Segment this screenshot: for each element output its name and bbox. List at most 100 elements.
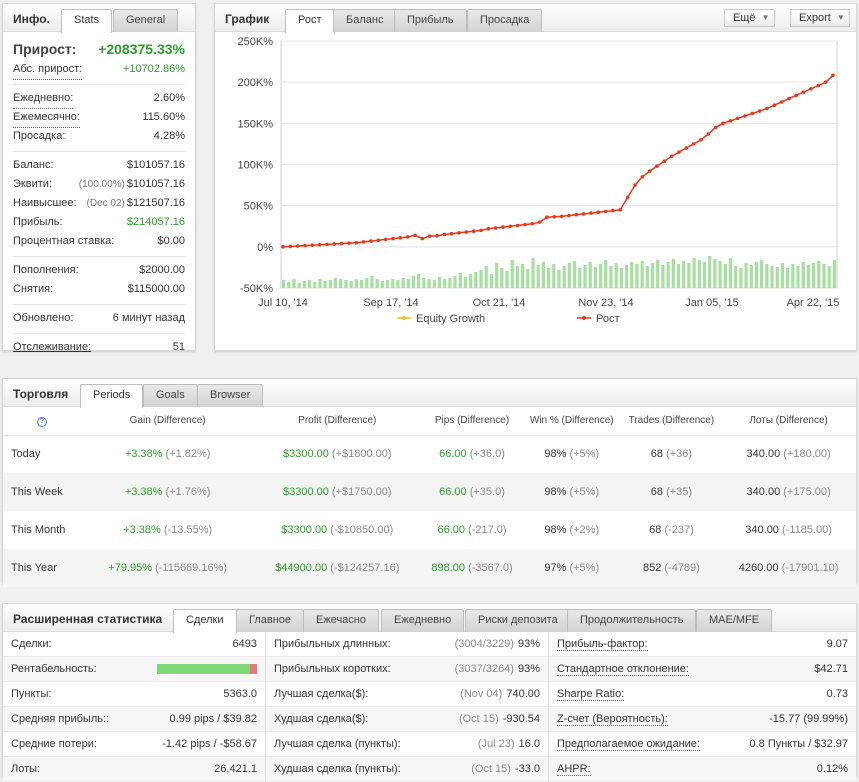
x-tick-label: Nov 23, '14 xyxy=(578,297,633,309)
stat-row: Z-счет (Вероятность): -15.77 (99.99%) xyxy=(549,707,856,732)
tab-balance[interactable]: Баланс xyxy=(333,9,397,32)
volume-bar xyxy=(832,260,836,288)
legend-equity-label: Equity Growth xyxy=(416,313,485,325)
volume-bar xyxy=(713,259,717,288)
x-tick-label: Oct 21, '14 xyxy=(473,297,526,309)
tracking-link[interactable]: Отслеживание: xyxy=(13,338,91,357)
tab-general[interactable]: General xyxy=(113,9,179,32)
growth-point xyxy=(508,224,513,229)
tab-duration[interactable]: Продолжительность xyxy=(567,609,697,632)
stat-row: Рентабельность: xyxy=(3,657,265,682)
drawdown-label: Просадка: xyxy=(13,130,66,142)
stat-label[interactable]: Sharpe Ratio: xyxy=(557,688,625,701)
help-icon[interactable]: ? xyxy=(37,416,47,427)
trades-cell: 68 xyxy=(650,448,663,461)
tab-profit[interactable]: Прибыль xyxy=(394,9,467,32)
stat-row: Прибыльных коротких: (3037/3264) 93% xyxy=(266,657,548,682)
volume-bar xyxy=(780,263,785,288)
volume-bar xyxy=(604,260,608,288)
monthly-label[interactable]: Ежемесячно: xyxy=(13,108,80,128)
profit-cell: $3300.00 xyxy=(282,448,329,461)
stat-value: 16.0 xyxy=(518,738,540,750)
win-cell: 97% xyxy=(544,562,567,574)
deposits-label: Пополнения: xyxy=(13,264,79,276)
growth-point xyxy=(288,244,293,249)
volume-bar xyxy=(557,270,561,288)
stat-value: 740.00 xyxy=(506,688,540,700)
extended-stats-panel: Расширенная статистика Сделки Главное Еж… xyxy=(2,603,857,782)
volume-bar xyxy=(650,263,655,288)
volume-bar xyxy=(588,262,592,288)
stat-label[interactable]: Предполагаемое ожидание: xyxy=(557,738,700,751)
growth-point xyxy=(669,154,674,159)
daily-label[interactable]: Ежедневно: xyxy=(13,89,74,109)
equity-label: Эквити: xyxy=(13,178,52,190)
volume-bar xyxy=(302,281,306,288)
tab-risk[interactable]: Риски депозита xyxy=(465,609,571,632)
stat-label[interactable]: AHPR: xyxy=(557,763,591,776)
volume-bar xyxy=(796,266,800,288)
volume-bar xyxy=(339,279,343,288)
volume-bar xyxy=(770,266,774,288)
volume-bar xyxy=(385,280,390,288)
tab-summary[interactable]: Главное xyxy=(236,609,305,632)
period-row: Today +3.38% (+1.82%) $3300.00 (+$1800.00)… xyxy=(3,435,856,473)
growth-point xyxy=(757,109,762,113)
growth-point xyxy=(691,142,696,146)
stat-label: Средняя прибыль:: xyxy=(11,713,110,725)
tab-stats[interactable]: Stats xyxy=(61,9,113,33)
volume-bar xyxy=(593,267,597,288)
stat-label: Прибыльных коротких: xyxy=(274,663,391,675)
tab-goals[interactable]: Goals xyxy=(143,384,198,407)
volume-bar xyxy=(448,278,452,288)
volume-bar xyxy=(510,260,514,288)
growth-point xyxy=(493,226,498,230)
volume-bar xyxy=(406,279,410,288)
volume-bar xyxy=(619,268,623,288)
y-tick-label: 0% xyxy=(257,242,273,254)
volume-bar xyxy=(567,263,571,288)
volume-bar xyxy=(318,279,322,288)
volume-bar xyxy=(786,268,790,288)
volume-bar xyxy=(671,259,675,288)
stat-label[interactable]: Прибыль-фактор: xyxy=(557,638,648,651)
gain-label: Прирост: xyxy=(13,41,77,57)
profit-diff: (-$10850.00) xyxy=(330,524,394,536)
y-tick-label: 50K% xyxy=(244,201,274,213)
stat-label[interactable]: Z-счет (Вероятность): xyxy=(557,713,668,726)
stat-label[interactable]: Стандартное отклонение: xyxy=(557,663,689,676)
volume-bar xyxy=(692,258,696,288)
stat-row: Стандартное отклонение: $42.71 xyxy=(549,657,856,682)
growth-point xyxy=(413,233,417,238)
tab-trades[interactable]: Сделки xyxy=(173,609,237,633)
growth-point xyxy=(332,242,337,246)
tab-daily[interactable]: Ежедневно xyxy=(381,609,465,632)
volume-bar xyxy=(656,260,660,288)
tab-periods[interactable]: Periods xyxy=(80,384,144,408)
pips-cell: 898.00 xyxy=(431,562,465,574)
extended-col-1: Сделки: 6493 Рентабельность: Пункты: 5363.0 С… xyxy=(3,632,266,782)
stat-label: Лучшая сделка (пункты): xyxy=(274,738,401,750)
trades-diff: (+35) xyxy=(666,486,693,498)
extended-stats-header: Расширенная статистика Сделки Главное Еж… xyxy=(3,604,856,633)
extended-col-3: Прибыль-фактор: 9.07 Стандартное отклонени… xyxy=(549,632,856,782)
tab-hourly[interactable]: Ежечасно xyxy=(303,609,379,632)
profit-cell: $44900.00 xyxy=(275,562,328,574)
growth-point xyxy=(427,234,432,238)
tab-browser[interactable]: Browser xyxy=(197,384,264,407)
tab-growth[interactable]: Рост xyxy=(285,9,335,33)
gain-diff: (+1.76%) xyxy=(165,486,211,498)
growth-point xyxy=(611,208,615,213)
win-cell: 98% xyxy=(544,486,567,498)
tab-mae-mfe[interactable]: MAE/MFE xyxy=(696,609,773,632)
volume-bar xyxy=(744,263,748,288)
abs-gain-label[interactable]: Абс. прирост: xyxy=(13,60,83,80)
stat-value: 9.07 xyxy=(826,638,848,650)
tab-drawdown[interactable]: Просадка xyxy=(467,9,543,32)
trades-diff: (+36) xyxy=(666,448,693,461)
interest-label: Процентная ставка: xyxy=(13,235,115,247)
more-dropdown[interactable]: Ещё xyxy=(724,9,775,27)
export-dropdown[interactable]: Export xyxy=(790,9,850,27)
growth-point xyxy=(823,80,828,84)
volume-bar xyxy=(718,261,722,288)
